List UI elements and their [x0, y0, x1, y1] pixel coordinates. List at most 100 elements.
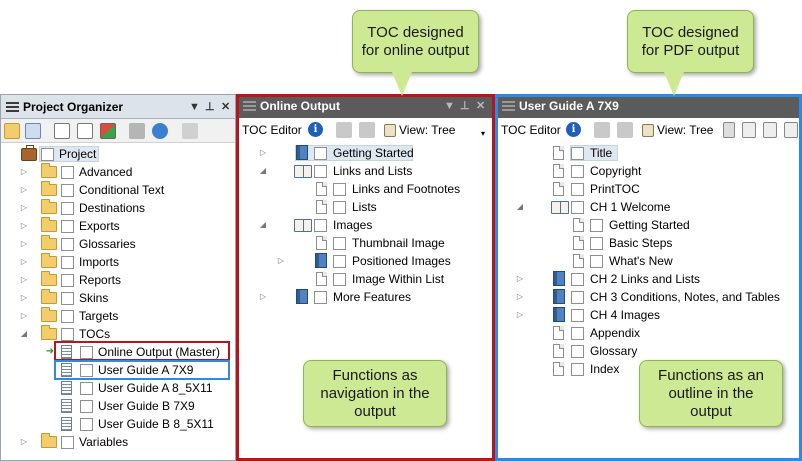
- checkbox[interactable]: [80, 364, 93, 377]
- toc-item[interactable]: ◢ CH 1 Welcome: [497, 198, 802, 216]
- tree-item-exports[interactable]: ▷ Exports: [1, 217, 235, 235]
- toc-item[interactable]: Getting Started: [497, 216, 802, 234]
- refresh-icon[interactable]: [152, 123, 168, 139]
- expand-arrow-icon[interactable]: ▷: [19, 217, 29, 235]
- tile-view-icon[interactable]: [100, 123, 116, 139]
- checkbox[interactable]: [61, 292, 74, 305]
- checkbox[interactable]: [61, 238, 74, 251]
- expand-arrow-icon[interactable]: ▷: [258, 144, 268, 162]
- expand-arrow-icon[interactable]: ▷: [276, 252, 286, 270]
- checkbox[interactable]: [571, 147, 584, 160]
- page-layout-icon[interactable]: [723, 122, 735, 138]
- tree-item-variables[interactable]: ▷ Variables: [1, 433, 235, 451]
- checkbox[interactable]: [314, 147, 327, 160]
- checkbox[interactable]: [571, 291, 584, 304]
- expand-arrow-icon[interactable]: ▷: [19, 163, 29, 181]
- close-icon[interactable]: ✕: [221, 95, 230, 119]
- expand-arrow-icon[interactable]: ▷: [19, 271, 29, 289]
- toc-item[interactable]: Links and Footnotes: [238, 180, 493, 198]
- tree-item-user-guide-b-8-5x11[interactable]: User Guide B 8_5X11: [1, 415, 235, 433]
- toc-item[interactable]: ▷ Getting Started: [238, 144, 493, 162]
- expand-arrow-icon[interactable]: ▷: [515, 288, 525, 306]
- toc-item[interactable]: ▷ More Features: [238, 288, 493, 306]
- expand-arrow-icon[interactable]: ▷: [515, 270, 525, 288]
- tree-item-user-guide-a-8-5x11[interactable]: User Guide A 8_5X11: [1, 379, 235, 397]
- checkbox[interactable]: [41, 148, 54, 161]
- toc-item[interactable]: ▷ CH 4 Images: [497, 306, 802, 324]
- toc-item[interactable]: ▷ Positioned Images: [238, 252, 493, 270]
- toc-item[interactable]: What's New: [497, 252, 802, 270]
- checkbox[interactable]: [333, 201, 346, 214]
- tree-item-user-guide-b-7x9[interactable]: User Guide B 7X9: [1, 397, 235, 415]
- user-guide-titlebar[interactable]: User Guide A 7X9: [497, 94, 802, 118]
- move-page-icon[interactable]: [784, 122, 798, 138]
- checkbox[interactable]: [61, 202, 74, 215]
- expand-arrow-icon[interactable]: ▷: [19, 307, 29, 325]
- tree-item-imports[interactable]: ▷ Imports: [1, 253, 235, 271]
- checkbox[interactable]: [61, 166, 74, 179]
- expand-all-icon[interactable]: [54, 123, 70, 139]
- tree-item-glossaries[interactable]: ▷ Glossaries: [1, 235, 235, 253]
- collapse-arrow-icon[interactable]: ◢: [19, 325, 29, 343]
- cut-icon[interactable]: [336, 122, 352, 138]
- tree-item-user-guide-a-7x9[interactable]: User Guide A 7X9: [1, 361, 235, 379]
- list-view-icon[interactable]: [25, 123, 41, 139]
- tree-item-online-output-master[interactable]: ➜ Online Output (Master): [1, 343, 235, 361]
- copy-page-icon[interactable]: [763, 122, 777, 138]
- checkbox[interactable]: [571, 201, 584, 214]
- close-icon[interactable]: ✕: [476, 94, 485, 118]
- info-icon[interactable]: i: [308, 122, 323, 137]
- tree-item-skins[interactable]: ▷ Skins: [1, 289, 235, 307]
- project-organizer-titlebar[interactable]: Project Organizer ▼ ⊥ ✕: [1, 95, 235, 119]
- dropdown-icon[interactable]: ▼: [444, 94, 455, 118]
- online-output-titlebar[interactable]: Online Output ▼ ⊥ ✕: [238, 94, 493, 118]
- checkbox[interactable]: [571, 309, 584, 322]
- expand-arrow-icon[interactable]: ▷: [19, 289, 29, 307]
- pin-icon[interactable]: ⊥: [460, 94, 470, 118]
- tree-item-advanced[interactable]: ▷ Advanced: [1, 163, 235, 181]
- checkbox[interactable]: [571, 363, 584, 376]
- toc-item[interactable]: Lists: [238, 198, 493, 216]
- toc-item[interactable]: PrintTOC: [497, 180, 802, 198]
- toc-item[interactable]: Thumbnail Image: [238, 234, 493, 252]
- checkbox[interactable]: [314, 165, 327, 178]
- toc-item[interactable]: Title: [497, 144, 802, 162]
- tree-item-project[interactable]: Project: [1, 145, 235, 163]
- open-folder-icon[interactable]: [4, 123, 20, 139]
- toc-item[interactable]: Basic Steps: [497, 234, 802, 252]
- checkbox[interactable]: [571, 183, 584, 196]
- toc-item[interactable]: ◢ Images: [238, 216, 493, 234]
- checkbox[interactable]: [571, 327, 584, 340]
- copy-icon[interactable]: [359, 122, 375, 138]
- checkbox[interactable]: [314, 291, 327, 304]
- checkbox[interactable]: [314, 219, 327, 232]
- view-mode-button[interactable]: View: Tree: [399, 123, 455, 137]
- toc-item[interactable]: ▷ CH 3 Conditions, Notes, and Tables: [497, 288, 802, 306]
- checkbox[interactable]: [61, 328, 74, 341]
- expand-arrow-icon[interactable]: ▷: [515, 306, 525, 324]
- expand-arrow-icon[interactable]: ▷: [19, 199, 29, 217]
- tools-icon[interactable]: [129, 123, 145, 139]
- checkbox[interactable]: [61, 220, 74, 233]
- expand-arrow-icon[interactable]: ▷: [258, 288, 268, 306]
- overflow-icon[interactable]: ▾: [481, 130, 489, 138]
- expand-arrow-icon[interactable]: ▷: [19, 433, 29, 451]
- collapse-arrow-icon[interactable]: ◢: [515, 198, 525, 216]
- expand-arrow-icon[interactable]: ▷: [19, 253, 29, 271]
- collapse-arrow-icon[interactable]: ◢: [258, 216, 268, 234]
- toc-item[interactable]: ▷ CH 2 Links and Lists: [497, 270, 802, 288]
- checkbox[interactable]: [571, 165, 584, 178]
- checkbox[interactable]: [571, 273, 584, 286]
- edit-icon[interactable]: [642, 124, 654, 137]
- view-mode-button[interactable]: View: Tree: [657, 123, 713, 137]
- tree-item-reports[interactable]: ▷ Reports: [1, 271, 235, 289]
- checkbox[interactable]: [590, 237, 603, 250]
- checkbox[interactable]: [61, 436, 74, 449]
- tree-item-targets[interactable]: ▷ Targets: [1, 307, 235, 325]
- checkbox[interactable]: [61, 256, 74, 269]
- pin-icon[interactable]: ⊥: [205, 95, 215, 119]
- new-item-icon[interactable]: [182, 123, 198, 139]
- info-icon[interactable]: i: [566, 122, 581, 137]
- tree-item-tocs[interactable]: ◢ TOCs: [1, 325, 235, 343]
- checkbox[interactable]: [61, 274, 74, 287]
